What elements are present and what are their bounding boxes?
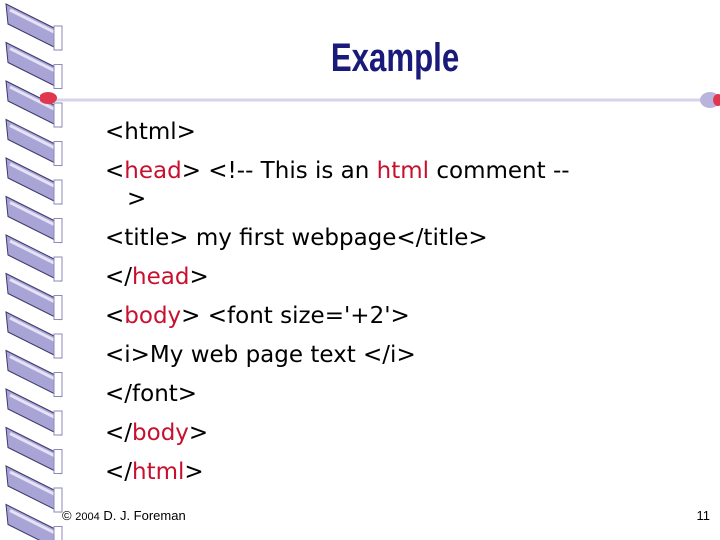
- code-line: <body> <font size='+2'>: [105, 297, 705, 336]
- code-line: </head>: [105, 258, 705, 297]
- footer-author: D. J. Foreman: [103, 508, 186, 523]
- code-line: </font>: [105, 375, 705, 414]
- code-line: </body>: [105, 414, 705, 453]
- code-text: >: [189, 264, 209, 290]
- copyright-symbol: ©: [62, 508, 72, 523]
- code-text: <: [105, 303, 125, 329]
- highlighted-tag-name: html: [132, 459, 185, 485]
- code-text: <i>My web page text </i>: [105, 342, 416, 368]
- code-text: <: [105, 158, 125, 184]
- code-text: >: [127, 186, 147, 212]
- code-text: </: [105, 264, 133, 290]
- rule-left-knob: [40, 92, 57, 104]
- code-text: </: [105, 459, 133, 485]
- spiral-hole: [53, 218, 63, 243]
- spiral-hole: [53, 333, 63, 359]
- code-lines: <html> <head> <!-- This is an html commen…: [105, 113, 705, 492]
- code-text: <html>: [105, 119, 196, 145]
- spiral-binding-decoration: [5, 3, 63, 540]
- spiral-hole: [53, 64, 63, 89]
- code-line: <i>My web page text </i>: [105, 336, 705, 375]
- highlighted-tag-name: body: [132, 420, 189, 446]
- spiral-hole: [53, 372, 63, 397]
- spiral-hole: [53, 179, 63, 205]
- spiral-hole: [53, 141, 63, 166]
- code-line: </html>: [105, 453, 705, 492]
- code-text: <title> my first webpage</title>: [105, 225, 488, 251]
- spiral-hole: [53, 449, 63, 474]
- code-text: > <font size='+2'>: [181, 303, 410, 329]
- slide-title: Example: [330, 36, 460, 80]
- code-text: > <!-- This is an: [181, 158, 377, 184]
- spiral-hole: [53, 410, 63, 436]
- code-line: <title> my first webpage</title>: [105, 219, 705, 258]
- spiral-hole: [53, 295, 63, 320]
- highlighted-tag-name: body: [124, 303, 182, 329]
- code-text: >: [188, 420, 209, 446]
- title-divider-rule: [40, 92, 720, 108]
- footer-year: 2004: [75, 511, 100, 523]
- spiral-hole: [53, 526, 63, 540]
- highlighted-tag-name: html: [376, 158, 430, 184]
- highlighted-tag-name: head: [124, 158, 182, 184]
- code-line: <html>: [105, 113, 705, 152]
- code-text: </font>: [105, 381, 198, 407]
- spiral-hole: [53, 256, 63, 282]
- footer-credit: © 2004 D. J. Foreman: [62, 508, 186, 523]
- spiral-hole: [53, 25, 63, 51]
- code-text: >: [184, 459, 204, 485]
- code-text: </: [105, 420, 133, 446]
- highlighted-tag-name: head: [132, 264, 190, 290]
- spiral-hole: [53, 487, 63, 513]
- page-number: 11: [696, 508, 711, 523]
- code-text: comment --: [429, 158, 570, 184]
